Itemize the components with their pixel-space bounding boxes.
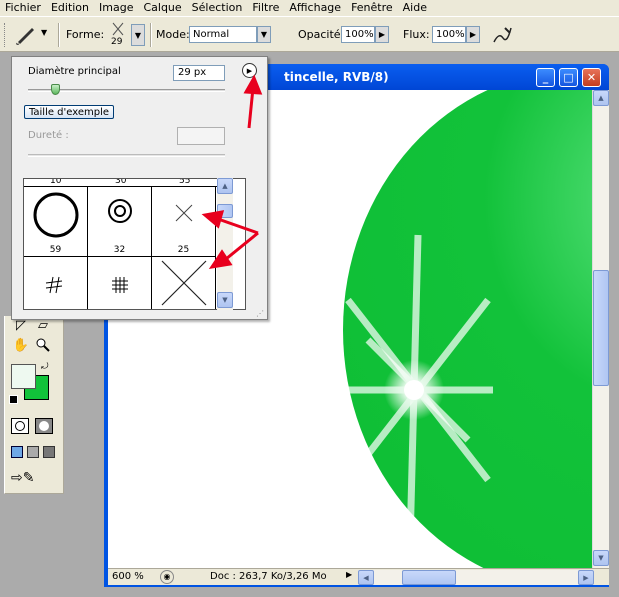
grid-scroll-thumb[interactable] xyxy=(217,204,233,218)
scroll-up-button[interactable]: ▲ xyxy=(593,90,609,106)
brush-picker-button[interactable]: ▼ xyxy=(131,24,145,46)
options-bar: ▼ Forme: 29 ▼ Mode: Normal ▼ Opacité: 10… xyxy=(0,16,619,52)
grid-scroll-down-button[interactable]: ▼ xyxy=(217,292,233,308)
menu-edition[interactable]: Edition xyxy=(46,0,94,16)
opacite-input[interactable]: 100% xyxy=(341,26,375,43)
menu-fichier[interactable]: Fichier xyxy=(0,0,46,16)
menu-bar: Fichier Edition Image Calque Sélection F… xyxy=(0,0,619,16)
flux-slider-button[interactable]: ▶ xyxy=(466,26,480,43)
screen-mode-full-icon[interactable] xyxy=(43,446,55,458)
mode-label: Mode: xyxy=(156,28,190,41)
brush-picker-popup: Diamètre principal 29 px ▶ Taille d'exem… xyxy=(11,56,268,320)
canvas-vertical-scrollbar[interactable]: ▲ ▼ xyxy=(592,90,609,568)
document-title: tincelle, RVB/8) xyxy=(284,70,389,84)
hscroll-thumb[interactable] xyxy=(402,570,456,585)
hardness-input[interactable] xyxy=(177,127,225,145)
brush-preset-25[interactable]: 25 xyxy=(152,187,216,257)
brush-size-label: 32 xyxy=(113,245,126,255)
maximize-button[interactable]: □ xyxy=(559,68,578,87)
brush-preset-59[interactable]: 59 xyxy=(24,187,88,257)
diameter-label: Diamètre principal xyxy=(28,66,121,77)
flux-input[interactable]: 100% xyxy=(432,26,466,43)
hardness-label: Dureté : xyxy=(28,130,69,141)
flux-label: Flux: xyxy=(403,28,430,41)
brush-size-value: 29 xyxy=(111,37,123,47)
swap-colors-icon[interactable]: ⤾ xyxy=(41,362,49,372)
mode-select[interactable]: Normal xyxy=(189,26,257,43)
status-menu-icon[interactable]: ◉ xyxy=(160,570,174,584)
status-arrow-button[interactable]: ▶ xyxy=(346,570,352,579)
separator xyxy=(150,23,152,47)
menu-calque[interactable]: Calque xyxy=(138,0,186,16)
menu-affichage[interactable]: Affichage xyxy=(284,0,346,16)
brush-grid-scrollbar[interactable]: ▲ ▼ xyxy=(217,178,233,310)
sample-size-button[interactable]: Taille d'exemple xyxy=(24,105,114,119)
menu-image[interactable]: Image xyxy=(94,0,138,16)
status-bar: 600 % ◉ Doc : 263,7 Ko/3,26 Mo ▶ ◀ ▶ xyxy=(108,568,609,585)
diameter-slider-thumb[interactable] xyxy=(51,84,60,95)
brush-preset-48[interactable]: 48 xyxy=(152,257,216,309)
brush-size-top-2: 30 xyxy=(115,178,127,186)
standard-mode-icon[interactable] xyxy=(11,418,29,434)
jump-to-imageready-icon[interactable]: ⇨✎ xyxy=(11,470,51,488)
brush-preset-32[interactable]: 32 xyxy=(88,187,152,257)
hand-tool-icon[interactable]: ✋ xyxy=(11,336,31,354)
brush-size-top-3: 55 xyxy=(179,178,191,186)
diameter-input[interactable]: 29 px xyxy=(173,65,225,81)
toolbox: ◸ ▱ ✋ ⤾ ⇨✎ xyxy=(4,316,64,494)
foreground-color-swatch[interactable] xyxy=(11,364,36,389)
menu-selection[interactable]: Sélection xyxy=(187,0,248,16)
menu-fenetre[interactable]: Fenêtre xyxy=(346,0,398,16)
forme-label: Forme: xyxy=(66,28,105,41)
popup-menu-button[interactable]: ▶ xyxy=(242,63,257,78)
tool-preset-dropdown-icon[interactable]: ▼ xyxy=(41,28,47,37)
minimize-button[interactable]: _ xyxy=(536,68,555,87)
zoom-tool-icon[interactable] xyxy=(33,336,53,354)
airbrush-icon[interactable] xyxy=(491,24,513,46)
separator xyxy=(58,23,60,47)
brush-preset-15[interactable]: 15 xyxy=(88,257,152,309)
zoom-level[interactable]: 600 % xyxy=(112,571,144,582)
scroll-right-button[interactable]: ▶ xyxy=(578,570,594,585)
grid-scroll-up-button[interactable]: ▲ xyxy=(217,178,233,194)
scroll-down-button[interactable]: ▼ xyxy=(593,550,609,566)
close-button[interactable]: ✕ xyxy=(582,68,601,87)
mode-dropdown-button[interactable]: ▼ xyxy=(257,26,271,43)
default-colors-icon[interactable] xyxy=(9,395,18,404)
tool-grip xyxy=(4,23,7,47)
menu-aide[interactable]: Aide xyxy=(398,0,432,16)
brush-tool-icon[interactable] xyxy=(14,24,38,46)
quickmask-mode-icon[interactable] xyxy=(35,418,53,434)
screen-mode-full-menu-icon[interactable] xyxy=(27,446,39,458)
scroll-thumb[interactable] xyxy=(593,270,609,386)
screen-mode-standard-icon[interactable] xyxy=(11,446,23,458)
scroll-left-button[interactable]: ◀ xyxy=(358,570,374,585)
doc-info: Doc : 263,7 Ko/3,26 Mo xyxy=(210,571,327,582)
resize-grip-icon[interactable]: ⋰ xyxy=(256,309,264,318)
brush-preset-14[interactable]: 14 xyxy=(24,257,88,309)
opacite-label: Opacité: xyxy=(298,28,345,41)
brush-size-label: 59 xyxy=(49,245,62,255)
brush-size-top-1: 10 xyxy=(50,178,62,186)
horizontal-scrollbar[interactable]: ◀ ▶ xyxy=(358,570,594,585)
brush-size-label: 25 xyxy=(177,245,190,255)
menu-filtre[interactable]: Filtre xyxy=(247,0,284,16)
brush-preset-grid: 10 30 55 59 32 25 14 15 48 xyxy=(23,178,246,310)
hardness-slider-track[interactable] xyxy=(28,154,225,157)
opacite-slider-button[interactable]: ▶ xyxy=(375,26,389,43)
brush-preview[interactable]: 29 xyxy=(108,20,128,48)
